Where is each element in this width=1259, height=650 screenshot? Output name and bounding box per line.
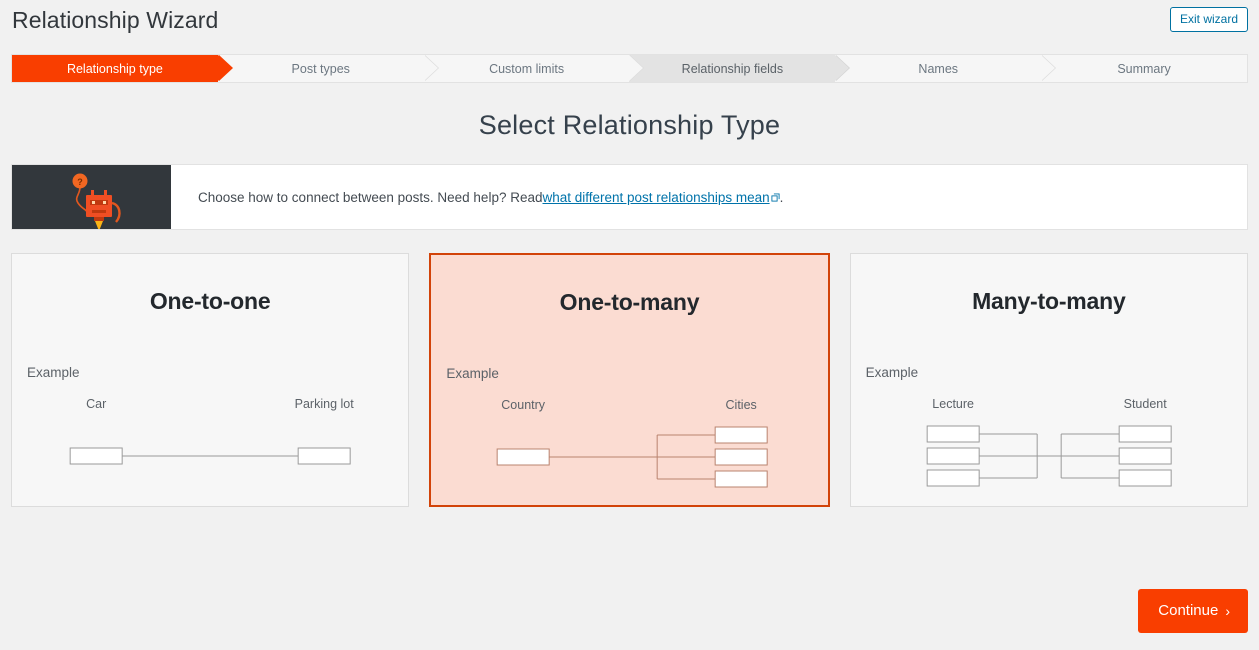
card-title: Many-to-many bbox=[972, 288, 1126, 314]
card-example-label: Example bbox=[446, 366, 499, 381]
wizard-step-relationship-type[interactable]: Relationship type bbox=[12, 55, 233, 82]
banner-text-after: . bbox=[779, 189, 784, 205]
wizard-step-label: Custom limits bbox=[489, 61, 565, 76]
wizard-step-label: Names bbox=[918, 61, 959, 76]
card-title: One-to-one bbox=[149, 288, 271, 314]
card-title: One-to-many bbox=[559, 289, 700, 315]
relationship-card-many-to-many[interactable]: Many-to-many Example Lecture Student bbox=[849, 253, 1248, 507]
robot-mascot-icon: ? bbox=[12, 165, 171, 229]
diagram-node-box bbox=[926, 447, 980, 465]
chevron-right-icon: › bbox=[1225, 602, 1230, 619]
external-link-icon bbox=[771, 190, 780, 202]
diagram-node-box bbox=[714, 448, 768, 466]
banner-text-before: Choose how to connect between posts. Nee… bbox=[198, 189, 543, 205]
relationship-diagram: Lecture Student bbox=[851, 394, 1247, 499]
wizard-step-relationship-fields[interactable]: Relationship fields bbox=[629, 55, 851, 82]
diagram-node-box bbox=[926, 469, 980, 487]
step-arrow-icon bbox=[423, 55, 438, 81]
step-arrow-icon bbox=[835, 55, 850, 81]
relationship-card-one-to-one[interactable]: One-to-one Example Car Parking lot bbox=[11, 253, 410, 507]
svg-text:?: ? bbox=[77, 177, 83, 187]
continue-button[interactable]: Continue › bbox=[1138, 589, 1248, 633]
relationship-diagram: Car Parking lot bbox=[12, 394, 408, 499]
step-arrow-icon bbox=[629, 55, 644, 81]
diagram-node-box bbox=[496, 448, 550, 466]
wizard-step-post-types[interactable]: Post types bbox=[217, 55, 439, 82]
section-heading: Select Relationship Type bbox=[478, 110, 781, 140]
relationship-diagram: Country Cities bbox=[431, 395, 827, 500]
diagram-node-box bbox=[69, 447, 123, 465]
relationship-card-one-to-many[interactable]: One-to-many Example Country Cities bbox=[429, 253, 830, 507]
wizard-step-names[interactable]: Names bbox=[835, 55, 1057, 82]
diagram-node-box bbox=[1118, 447, 1172, 465]
diagram-node-box bbox=[714, 470, 768, 488]
continue-label: Continue bbox=[1158, 602, 1219, 619]
card-example-label: Example bbox=[865, 365, 919, 380]
diagram-node-box bbox=[1118, 469, 1172, 487]
diagram-node-box bbox=[714, 426, 768, 444]
diagram-left-label: Lecture bbox=[932, 397, 974, 411]
diagram-right-label: Student bbox=[1123, 397, 1167, 411]
page-title: Relationship Wizard bbox=[12, 7, 219, 33]
wizard-step-custom-limits[interactable]: Custom limits bbox=[423, 55, 645, 82]
wizard-step-label: Summary bbox=[1117, 61, 1171, 76]
diagram-left-label: Country bbox=[502, 398, 547, 412]
card-example-label: Example bbox=[27, 365, 80, 380]
wizard-step-label: Relationship fields bbox=[681, 61, 784, 76]
info-banner: ? Choose how to connect between posts. N… bbox=[11, 164, 1248, 230]
wizard-step-breadcrumb: Relationship type Post types Custom limits… bbox=[11, 54, 1248, 83]
relationships-help-link[interactable]: what different post relationships mean bbox=[542, 190, 769, 205]
exit-wizard-button[interactable]: Exit wizard bbox=[1169, 7, 1248, 33]
diagram-right-label: Parking lot bbox=[295, 397, 355, 411]
step-arrow-icon bbox=[1041, 55, 1056, 81]
wizard-step-label: Relationship type bbox=[66, 61, 163, 76]
top-bar: Relationship Wizard Exit wizard bbox=[0, 0, 1259, 44]
wizard-footer: Continue › bbox=[1138, 589, 1248, 633]
wizard-step-label: Post types bbox=[291, 61, 350, 76]
diagram-node-box bbox=[297, 447, 351, 465]
banner-message: Choose how to connect between posts. Nee… bbox=[171, 165, 1247, 229]
diagram-node-box bbox=[926, 425, 980, 443]
step-arrow-icon bbox=[217, 55, 232, 81]
diagram-node-box bbox=[1118, 425, 1172, 443]
relationship-type-options: One-to-one Example Car Parking lot One-to-ma… bbox=[11, 253, 1248, 507]
wizard-step-summary[interactable]: Summary bbox=[1041, 55, 1247, 82]
diagram-right-label: Cities bbox=[726, 398, 757, 412]
diagram-left-label: Car bbox=[86, 397, 106, 411]
